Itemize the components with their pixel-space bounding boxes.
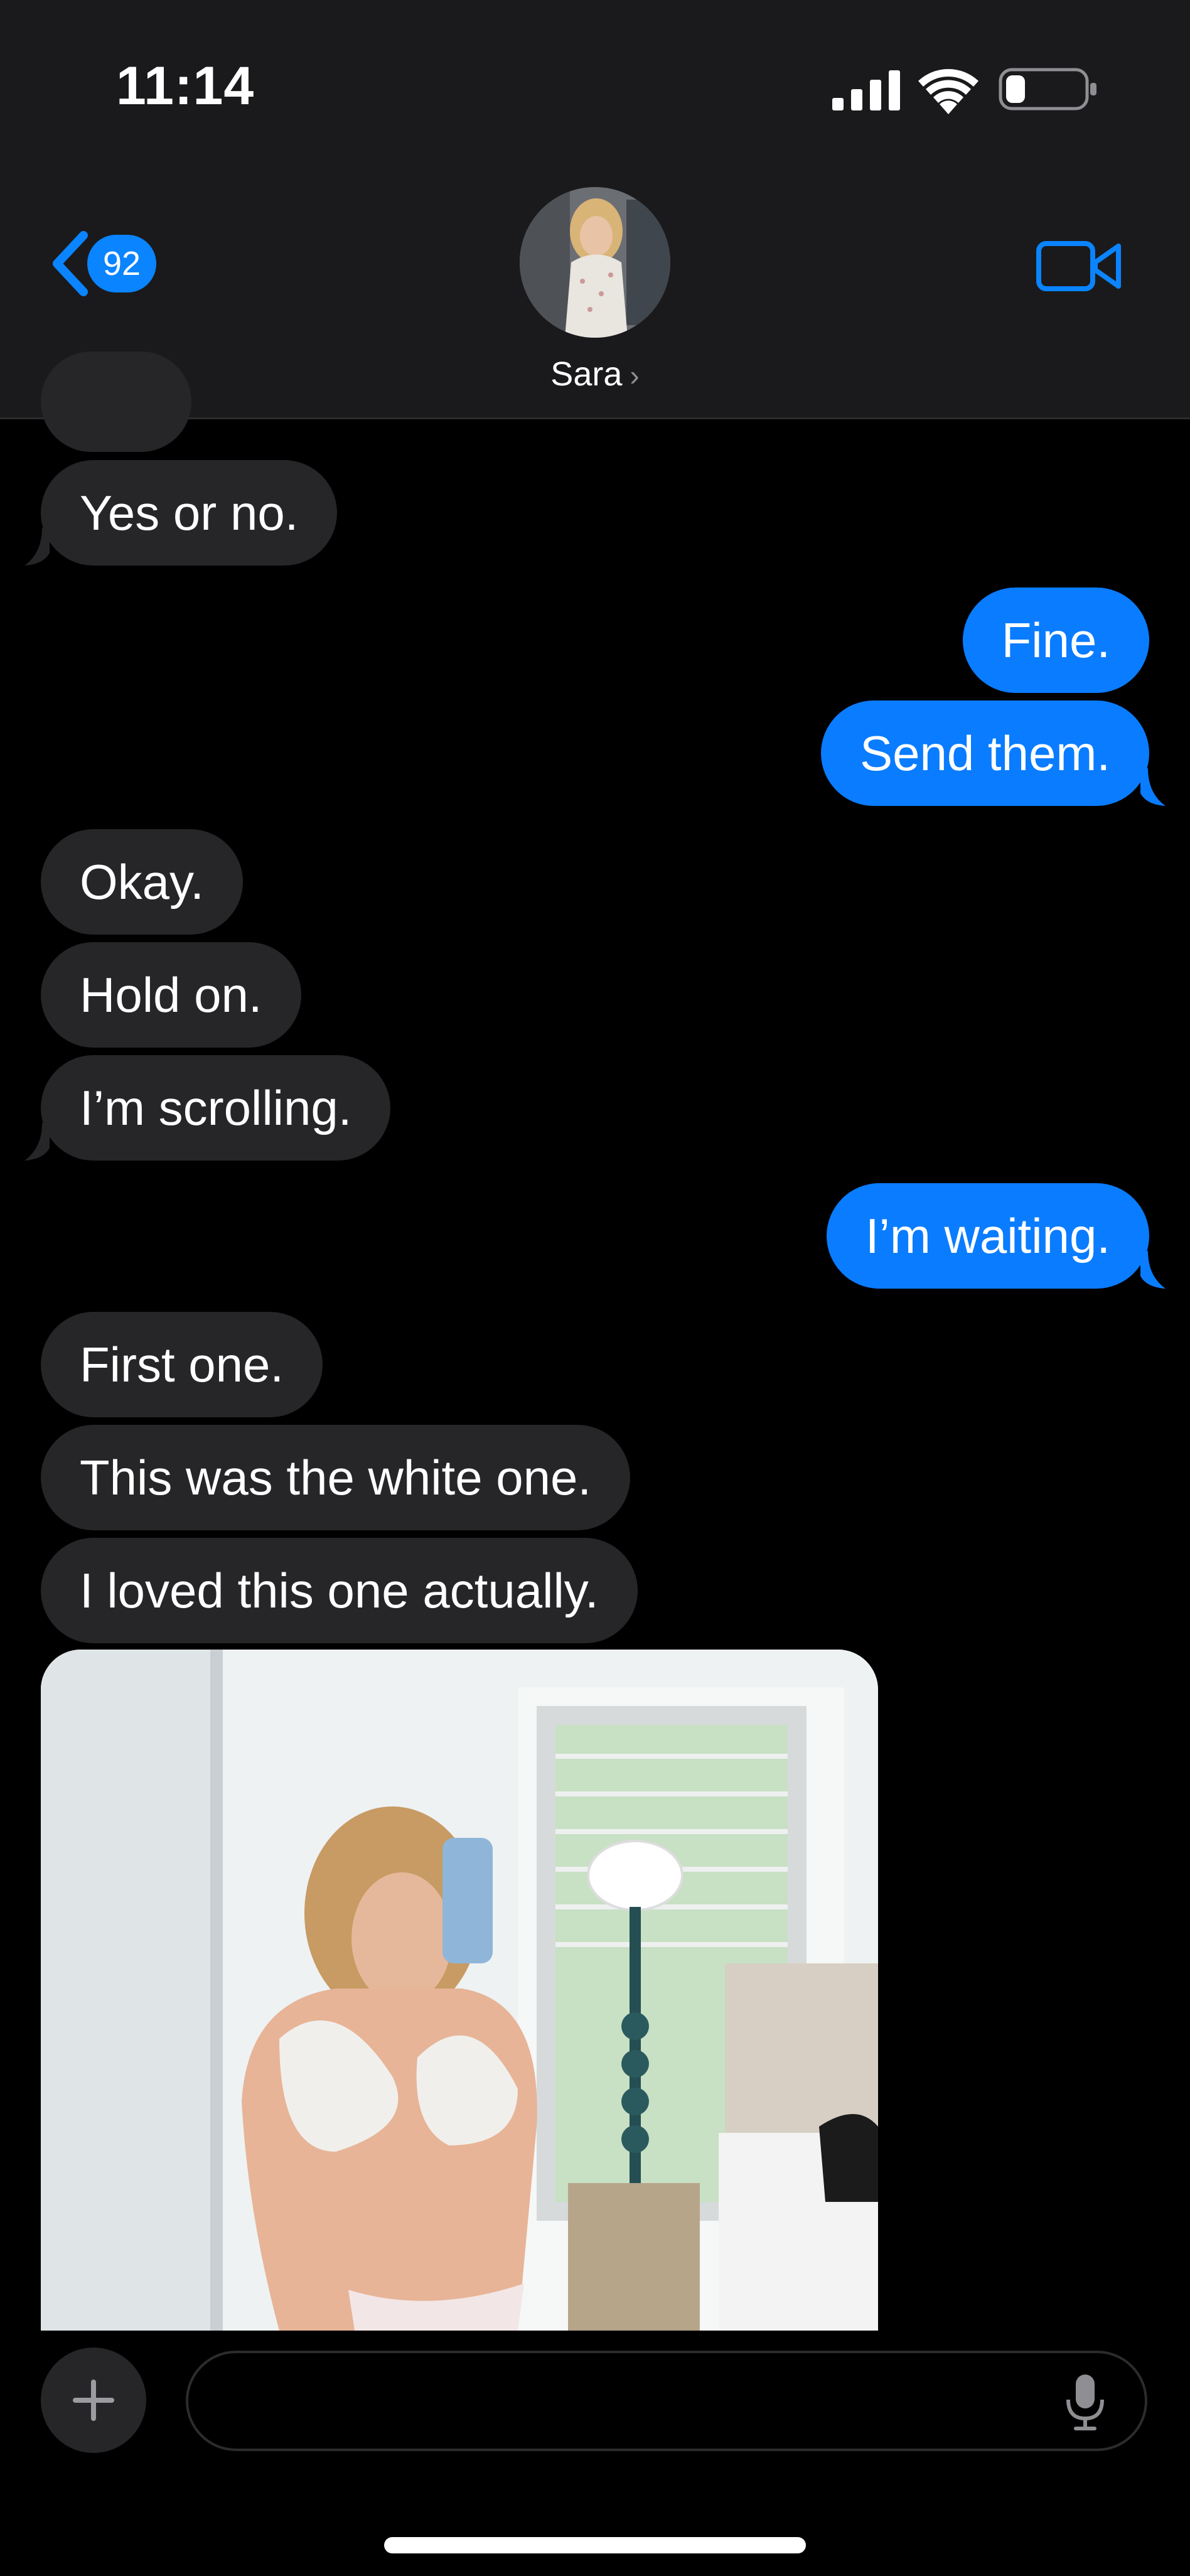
- message-bubble-received[interactable]: I loved this one actually.: [41, 1538, 638, 1643]
- chevron-right-icon: ›: [630, 359, 640, 392]
- add-attachment-button[interactable]: [41, 2348, 146, 2453]
- back-button[interactable]: 92: [47, 229, 173, 298]
- message-text: Yes or no.: [80, 485, 299, 540]
- message-bubble-received[interactable]: First one.: [41, 1312, 323, 1417]
- bubble-tail: [1140, 1251, 1166, 1289]
- bubble-tail: [24, 1123, 50, 1161]
- contact-avatar[interactable]: [520, 187, 670, 338]
- message-text: Fine.: [1001, 613, 1110, 668]
- message-bubble-received[interactable]: Okay.: [41, 829, 243, 935]
- unread-count-badge: 92: [87, 235, 156, 292]
- microphone-icon[interactable]: [1063, 2372, 1107, 2432]
- bubble-tail: [24, 528, 50, 566]
- attachment-image: [41, 1650, 878, 2331]
- message-bubble-sent[interactable]: Fine.: [962, 588, 1149, 693]
- message-text: I loved this one actually.: [80, 1563, 599, 1618]
- message-bubble-received[interactable]: Hold on.: [41, 942, 301, 1048]
- message-text: Send them.: [860, 726, 1110, 781]
- conversation-header: 11:14 92 Sara ›: [0, 0, 1190, 419]
- wifi-icon: [918, 68, 978, 114]
- home-indicator[interactable]: [384, 2537, 806, 2553]
- message-input[interactable]: [186, 2351, 1147, 2451]
- photo-attachment[interactable]: [41, 1650, 878, 2331]
- status-time: 11:14: [116, 56, 255, 116]
- chevron-left-icon: [53, 231, 88, 296]
- video-camera-icon[interactable]: [1036, 237, 1123, 295]
- cellular-signal-icon: [832, 70, 900, 110]
- contact-name: Sara: [550, 355, 623, 393]
- plus-icon: [73, 2380, 114, 2421]
- message-bubble-received[interactable]: This was the white one.: [41, 1425, 631, 1530]
- bubble-tail: [1140, 768, 1166, 806]
- message-bubble-received[interactable]: Yes or no.: [24, 460, 338, 566]
- message-bubble-sent[interactable]: Send them.: [821, 700, 1166, 806]
- message-text: Hold on.: [80, 967, 262, 1022]
- message-text: First one.: [80, 1337, 284, 1392]
- message-bubble-received[interactable]: I’m scrolling.: [24, 1055, 391, 1161]
- message-bubble-sent[interactable]: I’m waiting.: [826, 1183, 1166, 1289]
- avatar-photo: [520, 187, 670, 338]
- message-bubble-partial: [41, 352, 191, 452]
- message-text: Okay.: [80, 854, 204, 910]
- message-text: I’m scrolling.: [80, 1080, 352, 1135]
- message-text: This was the white one.: [80, 1450, 592, 1505]
- battery-icon: [999, 68, 1096, 110]
- message-text: I’m waiting.: [865, 1208, 1110, 1264]
